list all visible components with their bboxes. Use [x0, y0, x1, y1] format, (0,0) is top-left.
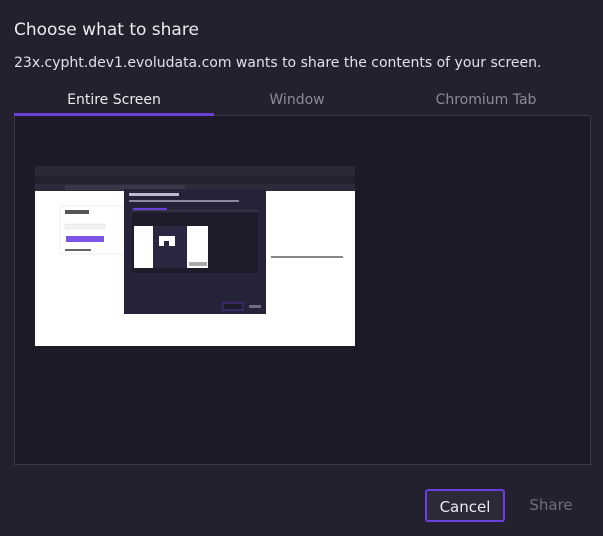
dialog-title: Choose what to share	[14, 20, 199, 40]
cancel-button[interactable]: Cancel	[425, 489, 505, 522]
source-tabs: Entire Screen Window Chromium Tab	[14, 86, 590, 116]
tab-window[interactable]: Window	[197, 86, 397, 114]
tab-entire-screen[interactable]: Entire Screen	[14, 86, 214, 114]
share-button[interactable]: Share	[510, 489, 592, 522]
screen-thumbnail[interactable]	[35, 166, 355, 346]
source-list	[14, 116, 591, 465]
share-dialog: Choose what to share 23x.cypht.dev1.evol…	[0, 0, 603, 536]
tab-chromium-tab[interactable]: Chromium Tab	[386, 86, 586, 114]
dialog-subtitle: 23x.cypht.dev1.evoludata.com wants to sh…	[14, 55, 542, 71]
screen-preview-image	[35, 166, 355, 314]
